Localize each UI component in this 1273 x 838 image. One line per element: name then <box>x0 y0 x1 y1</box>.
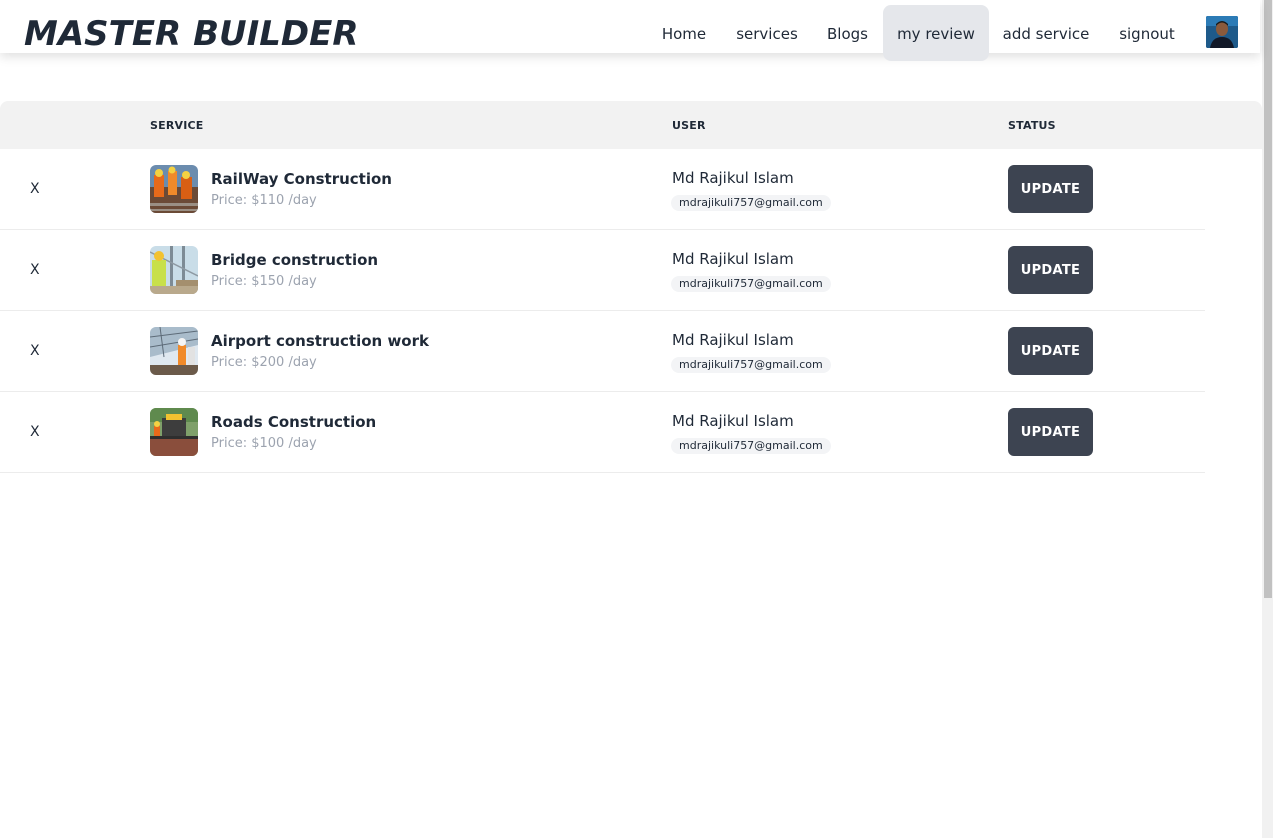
remove-review-button[interactable]: X <box>30 260 44 280</box>
nav-my-review[interactable]: my review <box>883 5 989 61</box>
nav-signout[interactable]: signout <box>1105 5 1189 61</box>
update-button[interactable]: UPDATE <box>1008 165 1093 213</box>
service-price: Price: $150 /day <box>211 274 317 289</box>
column-header-user: USER <box>672 119 706 132</box>
roads-photo-icon <box>150 408 198 456</box>
update-button[interactable]: UPDATE <box>1008 246 1093 294</box>
service-name: Bridge construction <box>211 251 379 269</box>
nav-services[interactable]: services <box>724 5 810 61</box>
service-price: Price: $200 /day <box>211 355 317 370</box>
nav-home[interactable]: Home <box>650 5 718 61</box>
user-name: Md Rajikul Islam <box>672 412 794 430</box>
update-button[interactable]: UPDATE <box>1008 327 1093 375</box>
remove-review-button[interactable]: X <box>30 341 44 361</box>
service-price: Price: $100 /day <box>211 436 317 451</box>
service-name: Roads Construction <box>211 413 377 431</box>
page: MASTER BUILDER Home services Blogs my re… <box>0 0 1273 838</box>
railway-photo-icon <box>150 165 198 213</box>
user-email-badge: mdrajikuli757@gmail.com <box>671 438 831 454</box>
service-price: Price: $110 /day <box>211 193 317 208</box>
nav-blogs[interactable]: Blogs <box>815 5 880 61</box>
update-button[interactable]: UPDATE <box>1008 408 1093 456</box>
user-email-badge: mdrajikuli757@gmail.com <box>671 357 831 373</box>
navbar: MASTER BUILDER Home services Blogs my re… <box>0 0 1260 61</box>
user-email-badge: mdrajikuli757@gmail.com <box>671 276 831 292</box>
service-name: RailWay Construction <box>211 170 392 188</box>
bridge-photo-icon <box>150 246 198 294</box>
table-row: X Roads Construction Price: $100 /day Md… <box>0 392 1205 473</box>
column-header-service: SERVICE <box>150 119 204 132</box>
table-row: X Bridge construction Price: $150 /day M… <box>0 230 1205 311</box>
airport-photo-icon <box>150 327 198 375</box>
user-name: Md Rajikul Islam <box>672 331 794 349</box>
remove-review-button[interactable]: X <box>30 422 44 442</box>
nav-add-service[interactable]: add service <box>993 5 1099 61</box>
user-avatar[interactable] <box>1206 16 1238 48</box>
table-row: X RailWay Construction Price: $110 /day … <box>0 149 1205 230</box>
user-name: Md Rajikul Islam <box>672 169 794 187</box>
table-row: X Airport construction work Price: $200 … <box>0 311 1205 392</box>
user-email-badge: mdrajikuli757@gmail.com <box>671 195 831 211</box>
column-header-status: STATUS <box>1008 119 1056 132</box>
brand-logo[interactable]: MASTER BUILDER <box>24 12 359 56</box>
remove-review-button[interactable]: X <box>30 179 44 199</box>
user-avatar-icon <box>1206 16 1238 48</box>
scrollbar-thumb[interactable] <box>1264 0 1272 598</box>
user-name: Md Rajikul Islam <box>672 250 794 268</box>
service-name: Airport construction work <box>211 332 429 350</box>
